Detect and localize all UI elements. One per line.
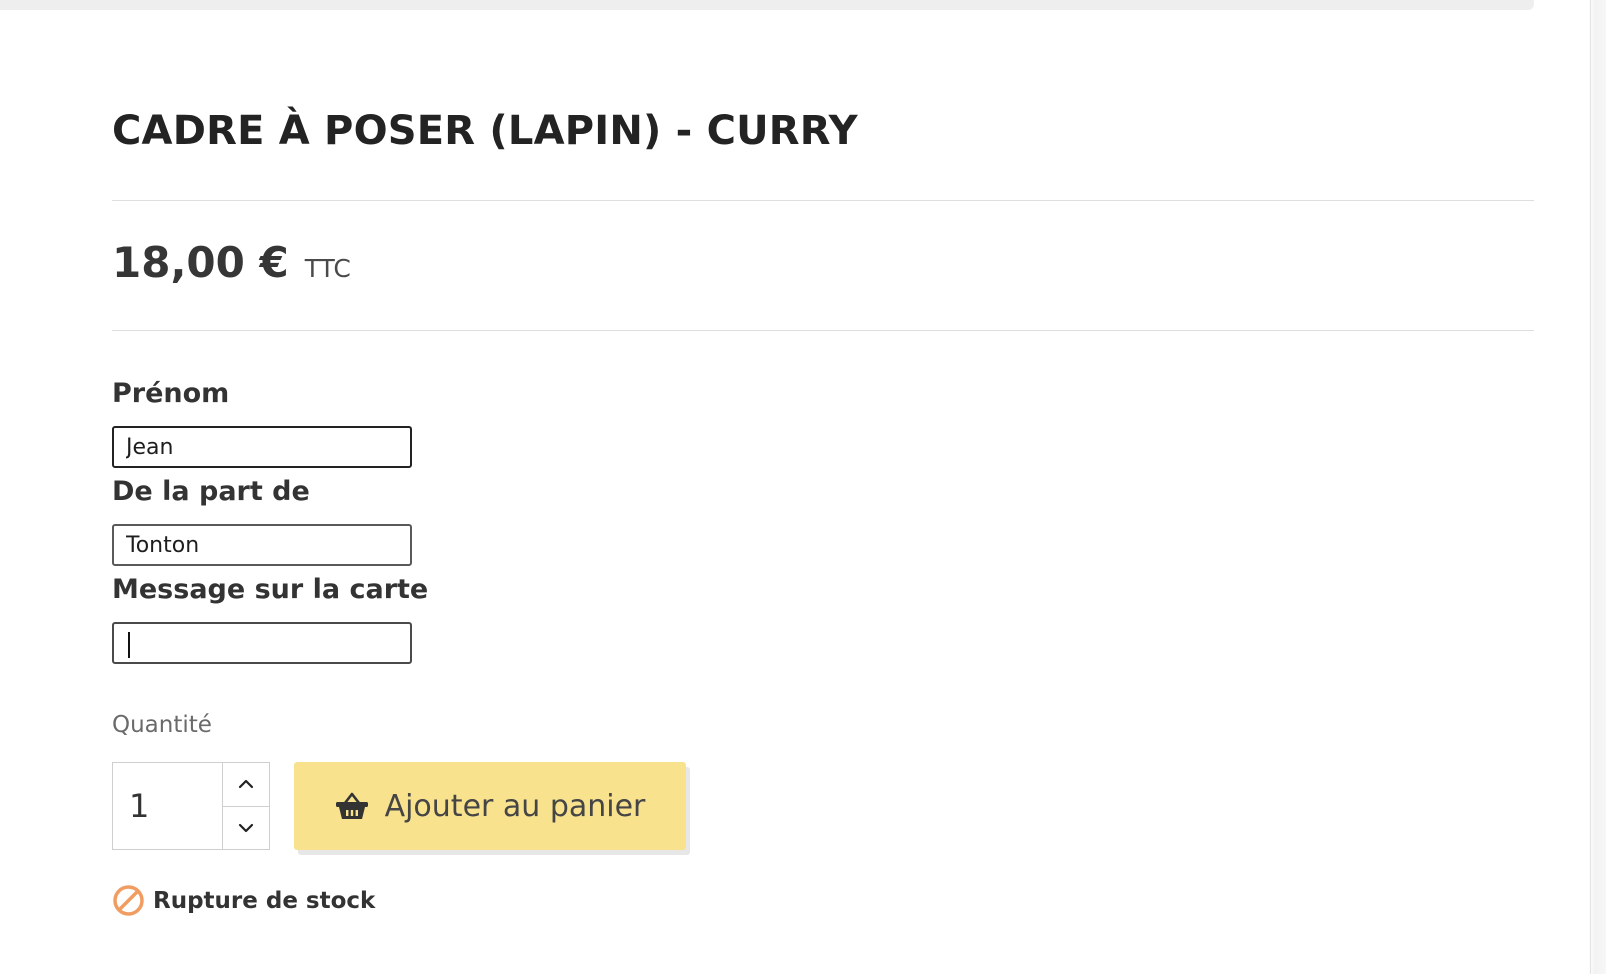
ban-icon — [112, 884, 145, 917]
top-bar — [0, 0, 1534, 10]
card-message-input[interactable] — [112, 622, 412, 664]
product-title: CADRE À POSER (LAPIN) - CURRY — [112, 108, 858, 154]
first-name-label: Prénom — [112, 378, 230, 409]
price-row: 18,00 € TTC — [112, 238, 351, 287]
add-to-cart-label: Ajouter au panier — [384, 788, 646, 824]
add-to-cart-button[interactable]: Ajouter au panier — [294, 762, 686, 850]
tax-label: TTC — [304, 254, 351, 283]
availability-status: Rupture de stock — [112, 884, 375, 917]
page-scrollbar[interactable] — [1588, 0, 1606, 974]
text-cursor — [128, 632, 130, 658]
quantity-decrease-button[interactable] — [223, 807, 269, 850]
from-input[interactable] — [112, 524, 412, 566]
product-price: 18,00 € — [112, 238, 289, 287]
quantity-stepper[interactable] — [112, 762, 270, 850]
shopping-basket-icon — [335, 791, 369, 821]
availability-label: Rupture de stock — [153, 887, 376, 914]
quantity-increase-button[interactable] — [223, 763, 269, 807]
chevron-down-icon — [238, 823, 254, 832]
price-divider — [112, 330, 1534, 331]
quantity-input[interactable] — [113, 763, 223, 849]
card-message-label: Message sur la carte — [112, 574, 429, 605]
first-name-input[interactable] — [112, 426, 412, 468]
quantity-label: Quantité — [112, 712, 212, 738]
chevron-up-icon — [238, 780, 254, 789]
quantity-step-buttons — [223, 763, 269, 849]
title-divider — [112, 200, 1534, 201]
from-label: De la part de — [112, 476, 310, 507]
